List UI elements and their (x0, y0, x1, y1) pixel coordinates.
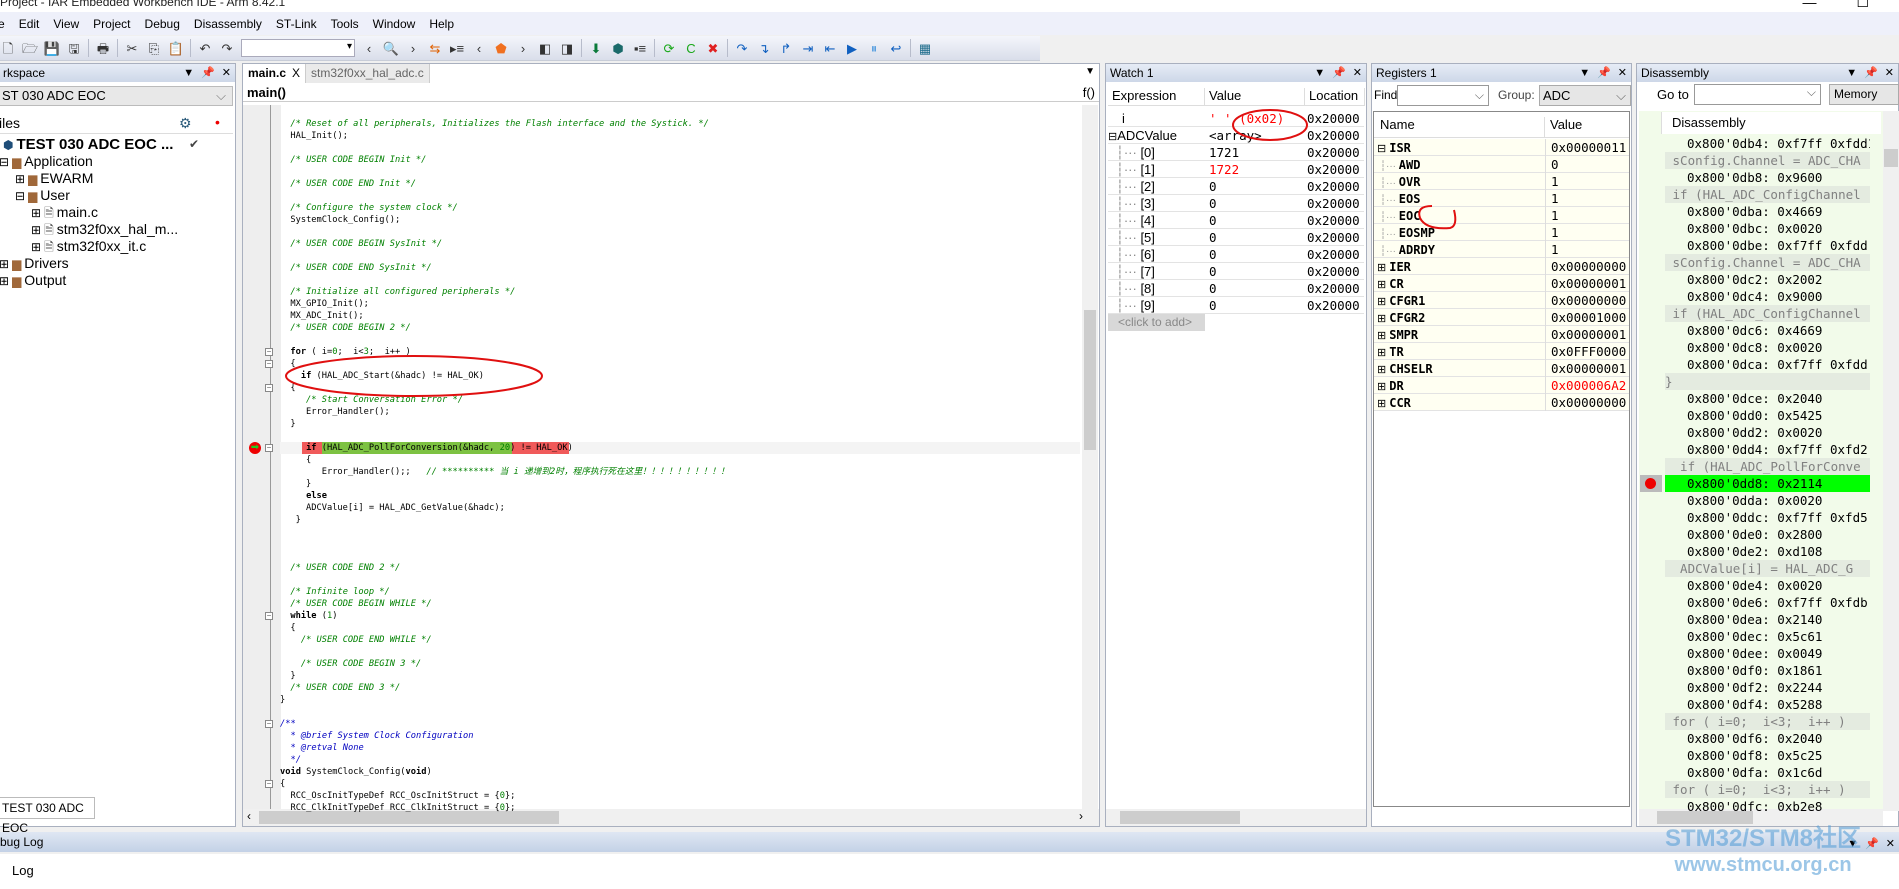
annotation-circle-eoc (1418, 205, 1457, 230)
annotation-circle-if-start (285, 355, 543, 397)
annotation-layer (285, 109, 1457, 397)
annotation-circle-watch-i (1232, 109, 1308, 141)
